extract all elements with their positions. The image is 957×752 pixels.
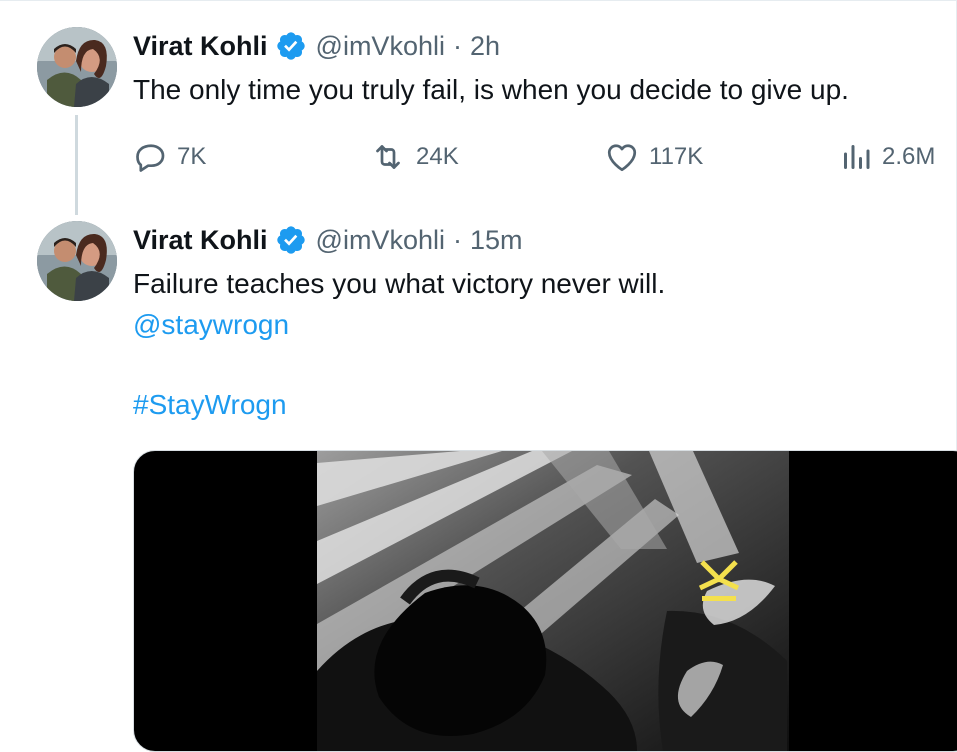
retweet-button[interactable]: 24K: [368, 139, 459, 175]
tweet-header: Virat Kohli @imVkohli · 2h: [133, 28, 500, 64]
avatar-photo: [37, 27, 117, 107]
author-handle[interactable]: @imVkohli: [316, 225, 445, 256]
author-name[interactable]: Virat Kohli: [133, 225, 268, 256]
reply-count: 7K: [177, 143, 207, 170]
separator-dot: ·: [452, 30, 462, 61]
tweet-header: Virat Kohli @imVkohli · 15m: [133, 222, 523, 258]
view-count: 2.6M: [882, 143, 936, 170]
views-button[interactable]: 2.6M: [838, 139, 935, 175]
mention-link[interactable]: @staywrogn: [133, 305, 289, 345]
top-border: [0, 0, 957, 1]
heart-icon: [607, 144, 637, 172]
avatar[interactable]: [37, 27, 117, 107]
verified-badge-icon: [276, 32, 305, 60]
avatar[interactable]: [37, 221, 117, 301]
views-icon: [844, 145, 870, 169]
like-count: 117K: [649, 143, 704, 170]
tweet-text: The only time you truly fail, is when yo…: [133, 74, 849, 105]
author-handle[interactable]: @imVkohli: [316, 31, 445, 62]
retweet-icon: [376, 145, 400, 169]
hashtag-link[interactable]: #StayWrogn: [133, 385, 287, 425]
reply-button[interactable]: 7K: [133, 139, 206, 175]
tweet-text: Failure teaches you what victory never w…: [133, 268, 666, 299]
verified-badge-icon: [276, 226, 305, 254]
avatar-photo: [37, 221, 117, 301]
separator-dot: ·: [452, 224, 462, 255]
staywrogn-logo-icon: [698, 560, 740, 601]
tweet-timestamp[interactable]: 2h: [470, 31, 500, 62]
tweet-timestamp[interactable]: 15m: [470, 225, 523, 256]
tweet-media-video[interactable]: [133, 450, 957, 752]
retweet-count: 24K: [416, 143, 459, 170]
author-name[interactable]: Virat Kohli: [133, 31, 268, 62]
reply-icon: [136, 144, 165, 172]
thread-connector-line: [75, 115, 78, 215]
like-button[interactable]: 117K: [603, 139, 703, 175]
